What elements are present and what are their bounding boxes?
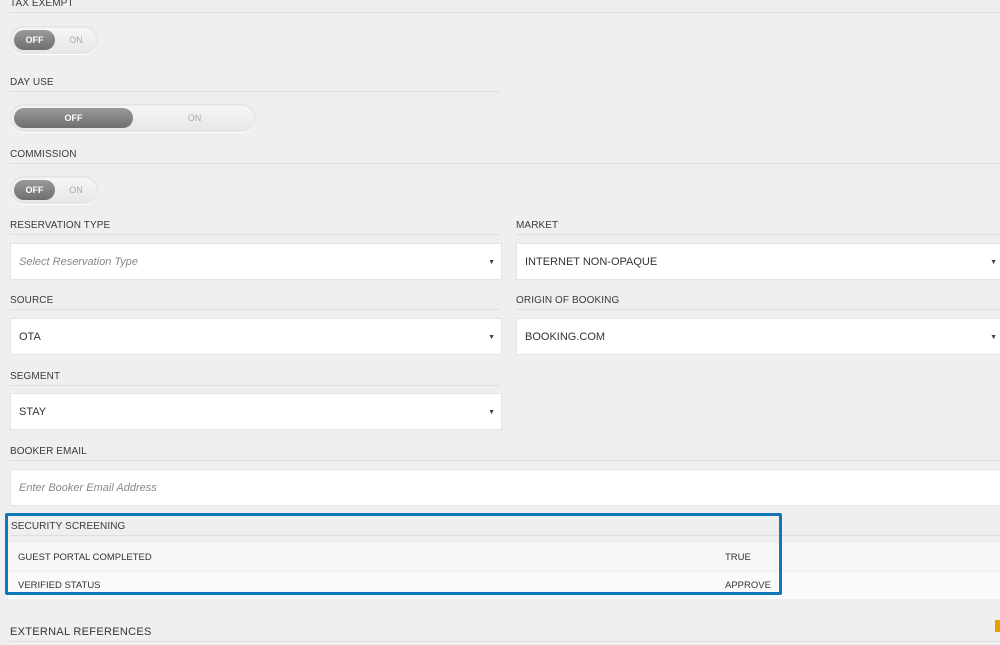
commission-toggle[interactable]: OFF ON bbox=[10, 176, 98, 204]
divider bbox=[10, 12, 1000, 13]
divider bbox=[10, 460, 1000, 461]
divider bbox=[10, 385, 500, 386]
toggle-off-label: OFF bbox=[14, 30, 55, 50]
divider bbox=[10, 91, 500, 92]
booker-email-label: BOOKER EMAIL bbox=[10, 446, 87, 457]
market-value: INTERNET NON-OPAQUE bbox=[525, 256, 658, 268]
expand-icon[interactable] bbox=[995, 620, 1000, 632]
divider bbox=[10, 641, 1000, 642]
origin-of-booking-select[interactable]: BOOKING.COM ▼ bbox=[516, 318, 1000, 355]
booker-email-input[interactable]: Enter Booker Email Address bbox=[10, 469, 1000, 506]
segment-select[interactable]: STAY ▼ bbox=[10, 393, 502, 430]
tax-exempt-label: TAX EXEMPT bbox=[10, 0, 74, 9]
source-value: OTA bbox=[19, 331, 41, 343]
tax-exempt-toggle[interactable]: OFF ON bbox=[10, 26, 98, 54]
segment-label: SEGMENT bbox=[10, 371, 61, 382]
caret-down-icon: ▼ bbox=[488, 334, 495, 341]
divider bbox=[10, 234, 500, 235]
reservation-type-placeholder: Select Reservation Type bbox=[19, 256, 139, 268]
toggle-off-label: OFF bbox=[14, 108, 133, 128]
source-select[interactable]: OTA ▼ bbox=[10, 318, 502, 355]
market-label: MARKET bbox=[516, 220, 559, 231]
divider bbox=[516, 309, 1000, 310]
toggle-off-label: OFF bbox=[14, 180, 55, 200]
segment-value: STAY bbox=[19, 406, 47, 418]
booker-email-placeholder: Enter Booker Email Address bbox=[19, 482, 157, 494]
day-use-label: DAY USE bbox=[10, 77, 54, 88]
reservation-type-label: RESERVATION TYPE bbox=[10, 220, 111, 231]
toggle-on-label: ON bbox=[69, 185, 83, 195]
market-select[interactable]: INTERNET NON-OPAQUE ▼ bbox=[516, 243, 1000, 280]
day-use-toggle[interactable]: OFF ON bbox=[10, 104, 256, 132]
toggle-on-label: ON bbox=[187, 113, 202, 123]
security-screening-highlight bbox=[5, 513, 782, 595]
source-label: SOURCE bbox=[10, 295, 54, 306]
caret-down-icon: ▼ bbox=[990, 334, 997, 341]
caret-down-icon: ▼ bbox=[488, 409, 495, 416]
divider bbox=[10, 309, 500, 310]
divider bbox=[10, 163, 1000, 164]
external-references-title: EXTERNAL REFERENCES bbox=[10, 626, 152, 638]
reservation-type-select[interactable]: Select Reservation Type ▼ bbox=[10, 243, 502, 280]
caret-down-icon: ▼ bbox=[488, 259, 495, 266]
commission-label: COMMISSION bbox=[10, 149, 77, 160]
toggle-on-label: ON bbox=[69, 35, 83, 45]
origin-of-booking-label: ORIGIN OF BOOKING bbox=[516, 295, 620, 306]
divider bbox=[516, 234, 1000, 235]
origin-of-booking-value: BOOKING.COM bbox=[525, 331, 606, 343]
caret-down-icon: ▼ bbox=[990, 259, 997, 266]
